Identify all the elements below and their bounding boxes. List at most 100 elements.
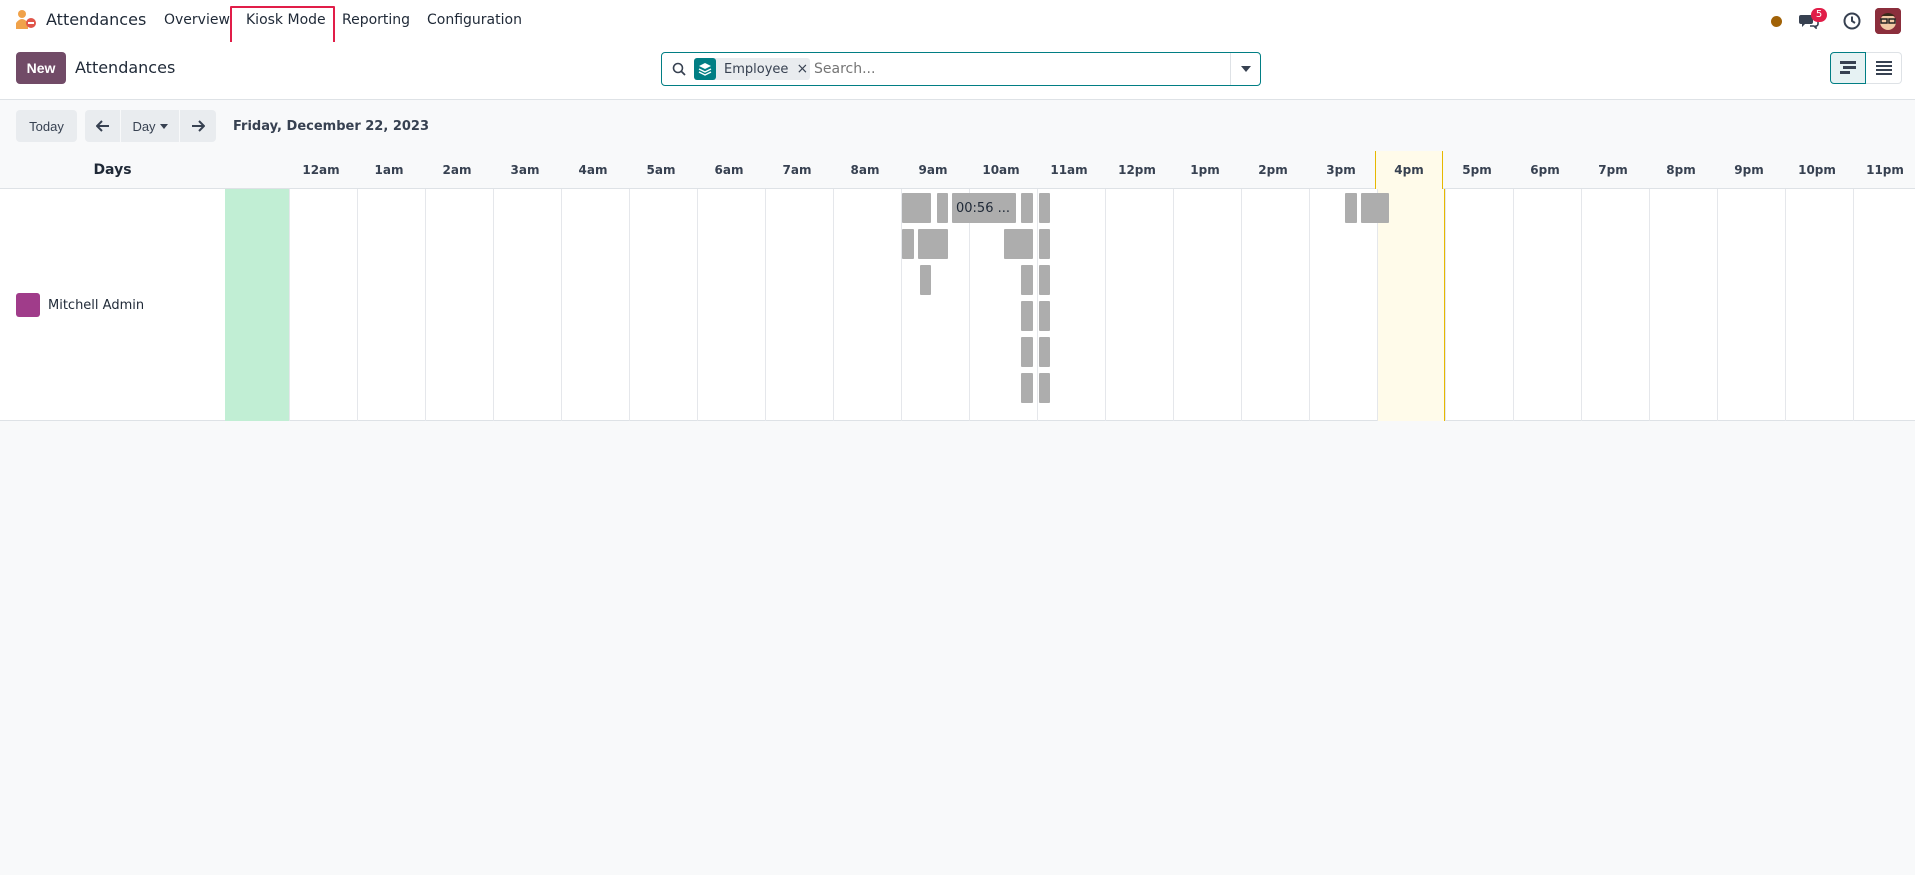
facet-label: Employee (724, 61, 789, 77)
grid-line (1513, 189, 1514, 421)
attendance-pill[interactable] (1039, 265, 1050, 295)
hour-header: 8pm (1666, 163, 1696, 177)
hour-header: 12am (302, 163, 340, 177)
hour-header: 4am (578, 163, 608, 177)
date-navigation: Today Day Friday, December 22, 2023 (0, 101, 1915, 151)
highlight-box (230, 6, 335, 47)
hour-header: 7am (782, 163, 812, 177)
control-panel: New Attendances Employee × (0, 42, 1915, 100)
grid-line (357, 189, 358, 421)
grid-line (1105, 189, 1106, 421)
activity-clock-icon[interactable] (1843, 12, 1861, 30)
grid-line (1309, 189, 1310, 421)
attendance-pill[interactable] (1021, 193, 1033, 223)
hour-header: 6am (714, 163, 744, 177)
grid-line (833, 189, 834, 421)
attendance-pill[interactable] (1039, 193, 1050, 223)
previous-button[interactable] (85, 110, 120, 142)
today-button[interactable]: Today (16, 110, 77, 142)
hour-header: 11pm (1866, 163, 1904, 177)
list-view-button[interactable] (1866, 52, 1902, 84)
attendance-pill[interactable]: 00:56 ... (952, 193, 1016, 223)
menu-reporting[interactable]: Reporting (342, 12, 410, 28)
search-icon (672, 62, 686, 76)
groupby-facet[interactable]: Employee × (694, 58, 811, 80)
attendance-pill[interactable] (1039, 229, 1050, 259)
scale-dropdown[interactable]: Day (121, 110, 179, 142)
caret-down-icon (159, 123, 168, 129)
attendances-app-icon[interactable] (14, 9, 38, 31)
hour-header: 8am (850, 163, 880, 177)
search-options-toggle[interactable] (1230, 53, 1260, 85)
attendance-pill[interactable] (1021, 301, 1033, 331)
facet-remove-icon[interactable]: × (794, 61, 810, 77)
grid-line (1853, 189, 1854, 421)
employee-avatar (16, 293, 40, 317)
next-button[interactable] (180, 110, 216, 142)
hour-header: 10am (982, 163, 1020, 177)
grid-line (1241, 189, 1242, 421)
attendance-pill[interactable] (1345, 193, 1357, 223)
hour-header: 3pm (1326, 163, 1356, 177)
view-switcher (1830, 52, 1902, 84)
app-title[interactable]: Attendances (46, 10, 146, 29)
grid-line (1717, 189, 1718, 421)
menu-overview[interactable]: Overview (164, 12, 230, 28)
attendance-pill[interactable] (920, 265, 931, 295)
breadcrumb: Attendances (75, 58, 176, 77)
hour-header: 9am (918, 163, 948, 177)
attendance-pill[interactable] (1039, 301, 1050, 331)
attendance-pill[interactable] (902, 229, 914, 259)
grid-line (1581, 189, 1582, 421)
attendance-pill[interactable] (918, 229, 948, 259)
attendance-pill[interactable] (937, 193, 948, 223)
current-date: Friday, December 22, 2023 (233, 119, 429, 134)
gantt-header: Days 12am 1am 2am 3am 4am 5am 6am 7am 8am 9am 10am… (0, 151, 1915, 189)
attendance-pill[interactable] (1039, 373, 1050, 403)
attendance-pill[interactable] (902, 193, 931, 223)
hour-header: 1pm (1190, 163, 1220, 177)
hour-header: 10pm (1798, 163, 1836, 177)
gantt-view-button[interactable] (1830, 52, 1866, 84)
arrow-right-icon (192, 120, 205, 132)
user-avatar[interactable] (1875, 8, 1901, 34)
attendance-status-icon[interactable] (1771, 16, 1782, 27)
gantt-view: Days 12am 1am 2am 3am 4am 5am 6am 7am 8am 9am 10am… (0, 151, 1915, 421)
attendance-pill[interactable] (1361, 193, 1389, 223)
hour-header: 6pm (1530, 163, 1560, 177)
today-cell (225, 189, 289, 421)
grid-line (561, 189, 562, 421)
menu-configuration[interactable]: Configuration (427, 12, 522, 28)
new-button[interactable]: New (16, 52, 66, 84)
grid-line (1649, 189, 1650, 421)
grid-line (901, 189, 902, 421)
grid-line (289, 189, 290, 421)
arrow-left-icon (95, 120, 109, 132)
attendance-pill[interactable] (1021, 337, 1033, 367)
search-bar[interactable]: Employee × (661, 52, 1261, 86)
hour-header: 11am (1050, 163, 1088, 177)
grid-line (765, 189, 766, 421)
hour-header: 7pm (1598, 163, 1628, 177)
search-input[interactable] (814, 59, 1214, 79)
grid-line (697, 189, 698, 421)
gantt-row: Mitchell Admin 00:56 ... (0, 189, 1915, 421)
days-column-header: Days (93, 162, 132, 178)
attendance-pill[interactable] (1021, 265, 1033, 295)
grid-line (1173, 189, 1174, 421)
employee-name: Mitchell Admin (48, 297, 145, 313)
grid-line (1377, 189, 1378, 421)
grid-line (1037, 189, 1038, 421)
current-hour-cell (1377, 189, 1445, 421)
row-label[interactable]: Mitchell Admin (16, 293, 144, 317)
attendance-pill[interactable] (1004, 229, 1033, 259)
grid-line (969, 189, 970, 421)
grid-line (1445, 189, 1446, 421)
grid-line (1785, 189, 1786, 421)
hour-header: 5am (646, 163, 676, 177)
grid-line (629, 189, 630, 421)
gantt-icon (1840, 61, 1856, 74)
attendance-pill[interactable] (1039, 337, 1050, 367)
hour-header: 9pm (1734, 163, 1764, 177)
attendance-pill[interactable] (1021, 373, 1033, 403)
